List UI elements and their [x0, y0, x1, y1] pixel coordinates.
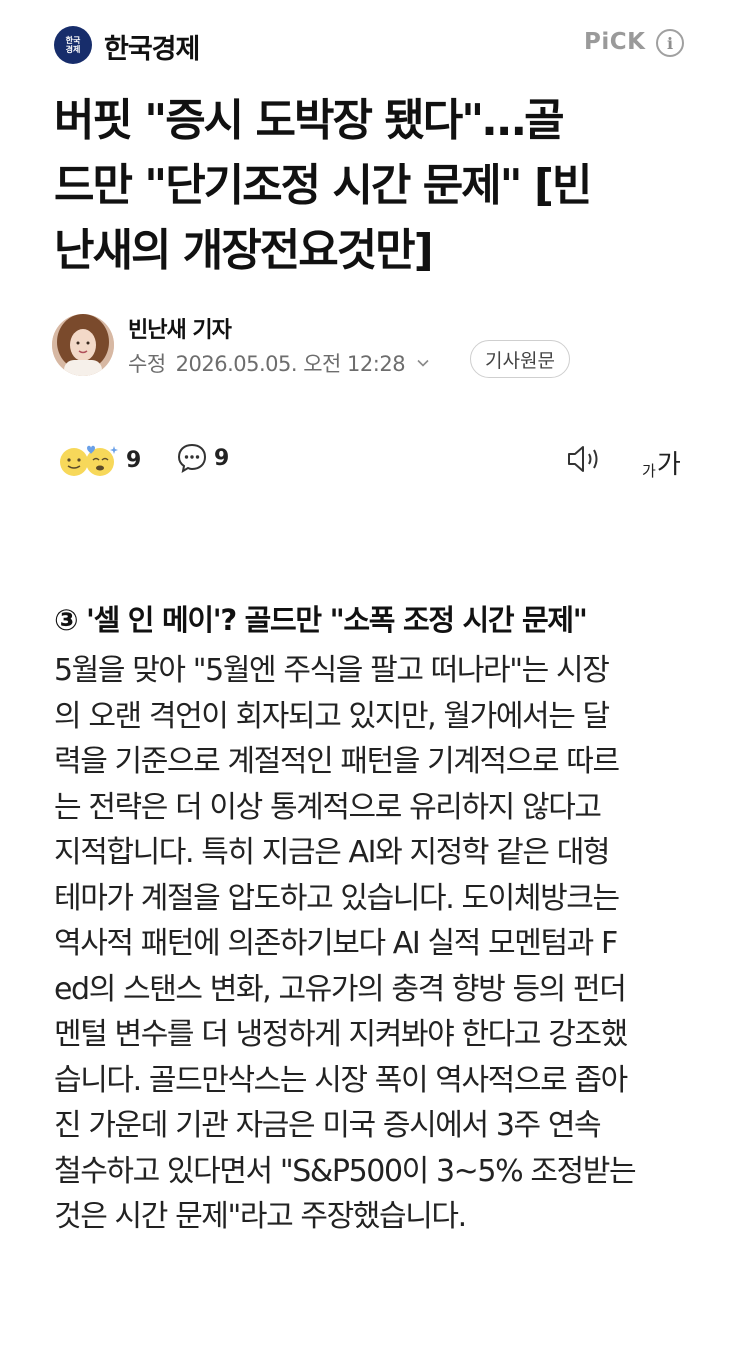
emoji-reaction-icon	[60, 445, 118, 476]
info-icon[interactable]: i	[656, 29, 684, 57]
article-body: ③ '셀 인 메이'? 골드만 "소폭 조정 시간 문제" 5월을 맞아 "5월…	[54, 598, 704, 1240]
body-line: 지적합니다. 특히 지금은 AI와 지정학 같은 대형	[54, 835, 611, 870]
article-page: 한국 경제 한국경제 PiCK i 버핏 "증시 도박장 됐다"…골 드만 "단…	[0, 0, 743, 1366]
chevron-down-icon[interactable]	[417, 357, 429, 369]
body-line: 멘털 변수를 더 냉정하게 지켜봐야 한다고 강조했	[54, 1017, 628, 1052]
press-name[interactable]: 한국경제	[104, 27, 200, 66]
press-logo-text-bottom: 경제	[65, 45, 81, 54]
date-label: 수정	[128, 352, 166, 376]
date-value: 2026.05.05. 오전 12:28	[175, 352, 406, 376]
font-size-button[interactable]: 가 가	[642, 444, 681, 481]
article-headline: 버핏 "증시 도박장 됐다"…골 드만 "단기조정 시간 문제" [빈 난새의 …	[54, 88, 694, 283]
article-subhead: ③ '셀 인 메이'? 골드만 "소폭 조정 시간 문제"	[54, 603, 588, 637]
article-header: 한국 경제 한국경제 PiCK i	[0, 0, 743, 90]
body-line: 테마가 계절을 압도하고 있습니다. 도이체방크는	[54, 880, 620, 916]
press-logo-text-top: 한국	[65, 36, 81, 45]
comment-count: 9	[214, 445, 230, 471]
headline-line: 드만 "단기조정 시간 문제" [빈	[54, 160, 593, 211]
original-article-button[interactable]: 기사원문	[470, 340, 570, 378]
article-actions: 9 9 가 가	[58, 440, 698, 490]
headline-line: 버핏 "증시 도박장 됐다"…골	[54, 95, 565, 146]
body-line: 의 오랜 격언이 회자되고 있지만, 월가에서는 달	[54, 698, 610, 734]
body-line: 역사적 패턴에 의존하기보다 AI 실적 모멘텀과 F	[54, 926, 618, 961]
body-line: 진 가운데 기관 자금은 미국 증시에서 3주 연속	[54, 1108, 602, 1143]
comment-icon	[177, 443, 207, 474]
pick-badge: PiCK	[584, 29, 646, 55]
press-logo[interactable]: 한국 경제	[54, 26, 92, 64]
dateline: 수정 2026.05.05. 오전 12:28	[128, 348, 429, 378]
body-line: 습니다. 골드만삭스는 시장 폭이 역사적으로 좁아	[54, 1062, 628, 1098]
body-line: 철수하고 있다면서 "S&P500이 3~5% 조정받는	[54, 1153, 637, 1189]
speaker-icon[interactable]	[566, 444, 604, 478]
byline: 빈난새 기자 수정 2026.05.05. 오전 12:28 기사원문	[52, 312, 692, 382]
comment-button[interactable]: 9	[176, 442, 229, 474]
headline-line: 난새의 개장전요것만]	[54, 225, 434, 276]
font-big-label: 가	[656, 450, 681, 480]
body-line: 것은 시간 문제"라고 주장했습니다.	[54, 1199, 467, 1234]
body-line: 는 전략은 더 이상 통계적으로 유리하지 않다고	[54, 789, 602, 825]
reaction-count: 9	[126, 447, 142, 473]
reporter-name[interactable]: 빈난새 기자	[128, 312, 232, 344]
font-small-label: 가	[642, 462, 656, 480]
reporter-avatar[interactable]	[52, 314, 114, 376]
body-line: 력을 기준으로 계절적인 패턴을 기계적으로 따르	[54, 744, 620, 779]
reaction-button[interactable]: 9	[58, 442, 141, 478]
avatar-image	[52, 314, 114, 376]
body-line: ed의 스탠스 변화, 고유가의 충격 향방 등의 펀더	[54, 971, 627, 1007]
body-line: 5월을 맞아 "5월엔 주식을 팔고 떠나라"는 시장	[54, 653, 610, 688]
